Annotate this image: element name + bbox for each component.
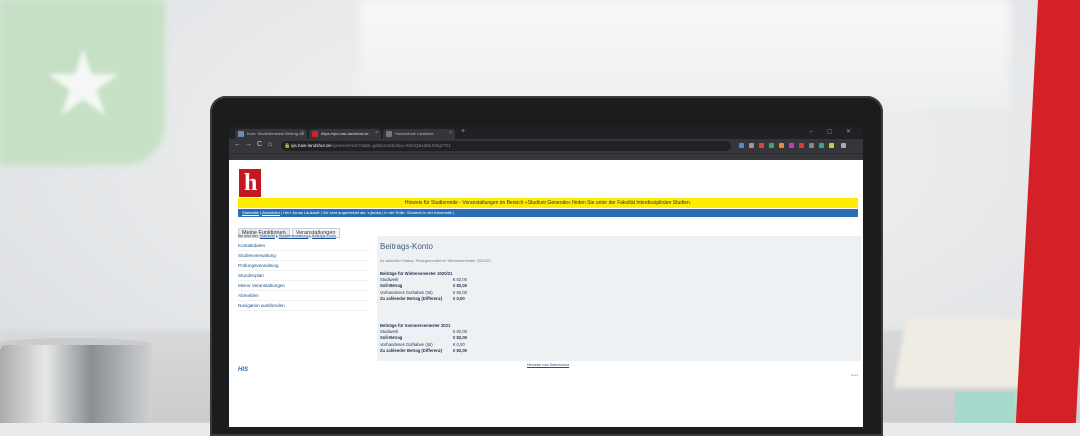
sidebar-item-abmelden[interactable]: Abmelden <box>238 291 368 301</box>
window-controls[interactable]: – ▢ ✕ <box>810 128 857 135</box>
sidebar-item-stundenplan[interactable]: Stundenplan <box>238 271 368 281</box>
close-icon[interactable]: × <box>449 130 452 136</box>
fee-value: € 0,00 <box>453 295 465 301</box>
extension-icon[interactable] <box>819 143 824 148</box>
url-input[interactable]: 🔒 qis.haw-landshut.de/qisserver/rds?stat… <box>281 141 731 151</box>
semester-heading: Beiträge für Wintersemester 2020/21 <box>380 271 453 276</box>
role-info: in der Rolle: Student/-in der Informatik <box>384 210 452 215</box>
extension-icon[interactable] <box>739 143 744 148</box>
tab-label: Kurs: Studentenwerk Beitrag zur <box>247 131 305 136</box>
menu-icon[interactable] <box>841 143 846 148</box>
fee-value: € 82,00 <box>453 335 467 341</box>
web-page: h Hinweis für Studierende - Veranstaltun… <box>229 160 863 427</box>
hochschule-logo[interactable]: h <box>239 169 261 197</box>
tab-favicon-icon <box>386 131 392 137</box>
breadcrumb-startseite[interactable]: Startseite <box>260 234 275 238</box>
version-text: qisv1 <box>850 373 858 377</box>
datenschutz-link[interactable]: Hinweise zum Datenschutz <box>527 363 569 367</box>
separator: | <box>452 210 454 215</box>
fee-value: € 82,00 <box>453 289 467 295</box>
breadcrumb: Sie sind hier: Startseite ▸ Studienverwa… <box>238 234 336 238</box>
back-arrow-icon[interactable]: ← <box>234 141 241 148</box>
sidebar-item-veranstaltungen[interactable]: Meine Veranstaltungen <box>238 281 368 291</box>
fee-row: Zu zahlender Betrag (Differenz) € 82,00 <box>380 348 467 354</box>
breadcrumb-prefix: Sie sind hier: <box>238 234 259 238</box>
fee-label: Zu zahlender Betrag (Differenz) <box>380 347 443 353</box>
user-status-bar: Startseite | Abmelden | Herr Jonas Lauka… <box>238 209 858 217</box>
semester-section: Beiträge für Sommersemester 2021 Studiwe… <box>380 323 467 354</box>
tab-favicon-icon <box>312 131 318 137</box>
sidebar-item-navigation-ausblenden[interactable]: Navigation ausblenden <box>238 301 368 311</box>
fee-row: Zu zahlender Betrag (Differenz) € 0,00 <box>380 296 467 302</box>
separator: | <box>320 210 322 215</box>
breadcrumb-studienverwaltung[interactable]: Studienverwaltung <box>279 234 309 238</box>
extension-icon[interactable] <box>749 143 754 148</box>
fee-value: € 82,00 <box>453 329 467 334</box>
fee-label: Zu zahlender Betrag (Differenz) <box>380 295 443 301</box>
address-bar-row: ← → C ⌂ 🔒 qis.haw-landshut.de/qisserver/… <box>229 139 863 153</box>
sidebar-item-studienverwaltung[interactable]: Studienverwaltung <box>238 251 368 261</box>
window-blur <box>360 0 1010 110</box>
fee-value: € 82,00 <box>453 277 467 282</box>
home-icon[interactable]: ⌂ <box>268 141 272 148</box>
browser-tab-bar: Kurs: Studentenwerk Beitrag zur × https:… <box>229 127 863 139</box>
browser-tab-active[interactable]: https://qis.haw-landshut.de × <box>309 129 381 139</box>
separator: | <box>260 210 262 215</box>
browser-tab[interactable]: Kurs: Studentenwerk Beitrag zur × <box>235 129 307 139</box>
extension-icon[interactable] <box>829 143 834 148</box>
extension-icon[interactable] <box>809 143 814 148</box>
status-text: Ihr aktueller Status: Rückgemeldet im Wi… <box>380 258 492 263</box>
tab-label: https://qis.haw-landshut.de <box>321 131 369 136</box>
fee-value: € 82,00 <box>453 283 467 289</box>
laptop-screen: Kurs: Studentenwerk Beitrag zur × https:… <box>229 127 863 427</box>
fee-value: € 0,00 <box>453 341 465 347</box>
star-icon: ★ <box>42 33 125 135</box>
url-host: qis.haw-landshut.de <box>291 143 332 148</box>
extension-icon[interactable] <box>789 143 794 148</box>
fee-value: € 82,00 <box>453 347 467 353</box>
semester-section: Beiträge für Wintersemester 2020/21 Stud… <box>380 271 467 302</box>
sidebar-item-kontaktdaten[interactable]: Kontaktdaten <box>238 241 368 251</box>
notice-banner: Hinweis für Studierende - Veranstaltunge… <box>238 198 858 208</box>
new-tab-button[interactable]: + <box>461 128 465 135</box>
forward-arrow-icon[interactable]: → <box>245 141 252 148</box>
content-panel: Beitrags-Konto Ihr aktueller Status: Rüc… <box>377 236 861 361</box>
sidebar-item-pruefungsverwaltung[interactable]: Prüfungsverwaltung <box>238 261 368 271</box>
breadcrumb-arrow-icon: ▸ <box>309 234 312 238</box>
url-path: /qisserver/rds?state=gebkonto&sfsa=rKb2Q… <box>331 143 451 148</box>
logo-mark: h <box>244 170 258 196</box>
abmelden-link[interactable]: Abmelden <box>262 210 280 215</box>
semester-heading: Beiträge für Sommersemester 2021 <box>380 323 451 328</box>
tab-favicon-icon <box>238 131 244 137</box>
user-name: Herr Jonas Laukardt <box>283 210 320 215</box>
close-icon[interactable]: × <box>375 130 378 136</box>
extension-icon[interactable] <box>769 143 774 148</box>
his-logo: HIS <box>238 367 249 373</box>
metal-mug <box>0 345 152 423</box>
lock-icon: 🔒 <box>284 143 291 149</box>
login-info: Sie sind angemeldet als: s.jlauka <box>322 210 382 215</box>
mint-box <box>955 392 1015 423</box>
extension-icon[interactable] <box>759 143 764 148</box>
breadcrumb-arrow-icon: ▸ <box>275 234 278 238</box>
breadcrumb-beitragskonto[interactable]: Beitrags-Konto <box>312 234 336 238</box>
reload-icon[interactable]: C <box>257 141 262 148</box>
startseite-link[interactable]: Startseite <box>242 210 259 215</box>
red-stripe <box>1015 0 1080 423</box>
separator: | <box>281 210 283 215</box>
close-icon[interactable]: × <box>301 130 304 136</box>
extension-icon[interactable] <box>779 143 784 148</box>
sidebar-nav: Kontaktdaten Studienverwaltung Prüfungsv… <box>238 241 368 311</box>
page-title: Beitrags-Konto <box>380 242 433 251</box>
extension-icon[interactable] <box>799 143 804 148</box>
browser-tab[interactable]: Hochschule Landshut × <box>383 129 455 139</box>
tab-label: Hochschule Landshut <box>395 131 434 136</box>
